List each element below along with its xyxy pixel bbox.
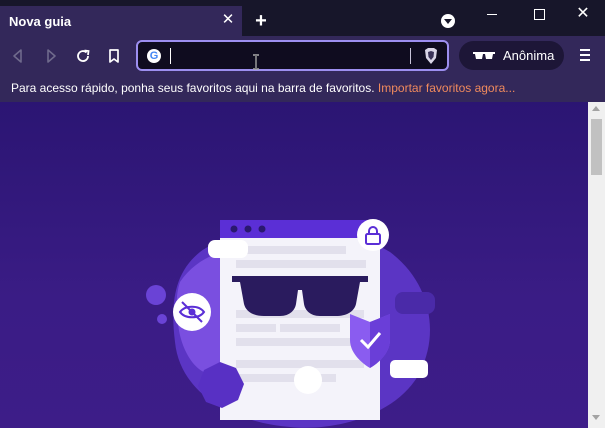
tab-nova-guia[interactable]: Nova guia ✕ — [0, 6, 242, 36]
bookmarks-bar: Para acesso rápido, ponha seus favoritos… — [0, 76, 605, 102]
private-window-illustration — [146, 219, 435, 428]
private-label: Anônima — [503, 48, 555, 63]
reload-icon[interactable] — [73, 46, 93, 66]
text-caret — [170, 48, 171, 64]
address-bar[interactable]: G — [136, 40, 449, 71]
private-glasses-icon — [473, 52, 495, 59]
forward-icon[interactable] — [41, 46, 61, 66]
import-bookmarks-link[interactable]: Importar favoritos agora... — [378, 81, 515, 95]
bookmarks-message: Para acesso rápido, ponha seus favoritos… — [11, 81, 378, 95]
title-bar: Nova guia ✕ + ✕ — [0, 0, 605, 36]
menu-icon[interactable] — [577, 47, 593, 63]
vertical-scrollbar[interactable] — [588, 102, 605, 428]
new-tab-button[interactable]: + — [252, 11, 270, 31]
text-cursor-icon — [253, 54, 259, 70]
scroll-up-arrow-icon[interactable] — [592, 106, 600, 111]
toolbar: G Anônima — [0, 36, 605, 76]
back-icon[interactable] — [8, 46, 28, 66]
window-close-button[interactable]: ✕ — [561, 0, 605, 28]
new-tab-page — [0, 102, 588, 428]
tab-title: Nova guia — [9, 13, 72, 29]
url-separator — [410, 48, 411, 64]
google-icon: G — [147, 49, 161, 63]
brave-shield-icon[interactable] — [423, 47, 439, 65]
bookmark-icon[interactable] — [104, 46, 124, 66]
url-input[interactable] — [172, 46, 402, 66]
scroll-down-arrow-icon[interactable] — [592, 415, 600, 420]
maximize-button[interactable] — [516, 0, 560, 28]
minimize-button[interactable] — [470, 0, 514, 28]
tab-search-dropdown-icon[interactable] — [441, 14, 455, 28]
scroll-thumb[interactable] — [591, 119, 602, 175]
private-window-badge[interactable]: Anônima — [459, 41, 564, 70]
tab-close-icon[interactable]: ✕ — [220, 12, 236, 28]
google-letter: G — [149, 50, 159, 62]
